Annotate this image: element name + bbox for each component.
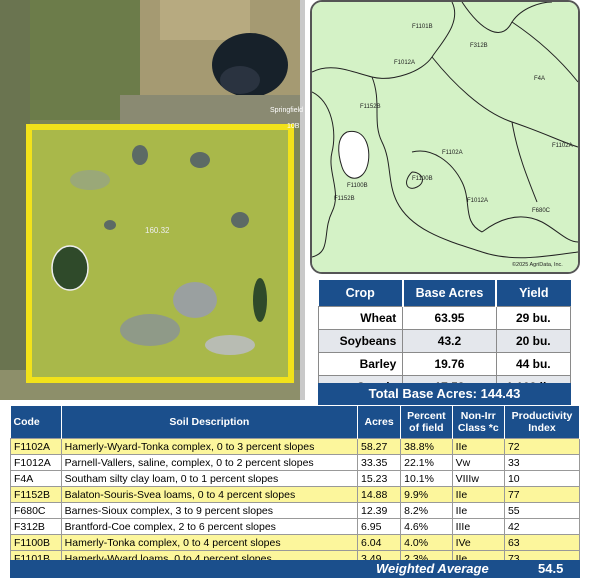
soil-table: Code Soil Description Acres Percent of f… bbox=[10, 406, 581, 567]
soil-pi: 63 bbox=[503, 534, 581, 551]
crop-acres: 63.95 bbox=[402, 306, 497, 330]
soil-class: IIe bbox=[451, 438, 505, 455]
percent-header: Percent of field bbox=[400, 406, 453, 439]
soil-code: F1152B bbox=[10, 486, 62, 503]
soil-row: F4A Southam silty clay loam, 0 to 1 perc… bbox=[10, 470, 581, 487]
crop-acres: 19.76 bbox=[402, 352, 497, 376]
soil-class: IIIe bbox=[451, 518, 505, 535]
crop-header: Crop bbox=[318, 280, 404, 307]
soil-code: F1012A bbox=[10, 454, 62, 471]
soil-percent: 8.2% bbox=[400, 502, 453, 519]
desc-header: Soil Description bbox=[61, 406, 359, 439]
soil-pi: 10 bbox=[503, 470, 581, 487]
road-label-2: 10B bbox=[287, 123, 300, 130]
soil-class: VIIIw bbox=[451, 470, 505, 487]
road-label: Springfield bbox=[270, 107, 303, 114]
soil-percent: 22.1% bbox=[400, 454, 453, 471]
soil-map-label: F680C bbox=[532, 208, 551, 214]
soil-map-label: F1152B bbox=[334, 196, 355, 202]
soil-pi: 33 bbox=[503, 454, 581, 471]
code-header: Code bbox=[10, 406, 62, 439]
soil-code: F1100B bbox=[10, 534, 62, 551]
soil-percent: 10.1% bbox=[400, 470, 453, 487]
soil-pi: 77 bbox=[503, 486, 581, 503]
crop-row: Barley 19.76 44 bu. bbox=[317, 352, 572, 376]
soil-map-label: F1152B bbox=[360, 104, 381, 110]
crop-table: Crop Base Acres Yield Wheat 63.95 29 bu.… bbox=[317, 280, 572, 399]
soil-class: IVe bbox=[451, 534, 505, 551]
soil-percent: 38.8% bbox=[400, 438, 453, 455]
soil-acres: 58.27 bbox=[357, 438, 402, 455]
weighted-average-bar: Weighted Average 54.5 bbox=[10, 560, 580, 578]
soil-pi: 55 bbox=[503, 502, 581, 519]
soil-desc: Hamerly-Tonka complex, 0 to 4 percent sl… bbox=[60, 534, 359, 551]
soil-percent: 9.9% bbox=[400, 486, 453, 503]
soil-desc: Barnes-Sioux complex, 3 to 9 percent slo… bbox=[60, 502, 359, 519]
soil-map-label: F1100B bbox=[412, 176, 433, 182]
soil-pi: 72 bbox=[503, 438, 581, 455]
soil-code: F680C bbox=[10, 502, 62, 519]
soil-class: IIe bbox=[451, 486, 505, 503]
crop-yield: 29 bu. bbox=[495, 306, 572, 330]
soil-row: F1102A Hamerly-Wyard-Tonka complex, 0 to… bbox=[10, 438, 581, 455]
soil-map-label: F1102A bbox=[442, 150, 463, 156]
weighted-average-value: 54.5 bbox=[538, 561, 564, 576]
soil-map: F1101B F312B F1012A F4A F1152B F1102A F1… bbox=[310, 0, 580, 274]
soil-map-label: F1100B bbox=[347, 183, 368, 189]
acres-header: Acres bbox=[357, 406, 402, 439]
yield-header: Yield bbox=[496, 280, 571, 307]
field-acres-label: 160.32 bbox=[145, 226, 170, 235]
soil-acres: 6.04 bbox=[357, 534, 402, 551]
crop-row: Soybeans 43.2 20 bu. bbox=[317, 329, 572, 353]
total-base-acres: Total Base Acres: 144.43 bbox=[318, 383, 571, 405]
soil-acres: 12.39 bbox=[357, 502, 402, 519]
pi-header: Productivity Index bbox=[504, 406, 581, 439]
soil-map-label: F312B bbox=[470, 43, 488, 49]
soil-class: IIe bbox=[451, 502, 505, 519]
soil-desc: Brantford-Coe complex, 2 to 6 percent sl… bbox=[60, 518, 359, 535]
soil-acres: 14.88 bbox=[357, 486, 402, 503]
soil-row: F1012A Parnell-Vallers, saline, complex,… bbox=[10, 454, 581, 471]
crop-yield: 20 bu. bbox=[495, 329, 572, 353]
soil-code: F4A bbox=[10, 470, 62, 487]
crop-yield: 44 bu. bbox=[495, 352, 572, 376]
soil-pi: 42 bbox=[503, 518, 581, 535]
soil-desc: Hamerly-Wyard-Tonka complex, 0 to 3 perc… bbox=[60, 438, 359, 455]
soil-map-copyright: ©2025 AgriData, Inc. bbox=[512, 261, 563, 268]
soil-desc: Southam silty clay loam, 0 to 1 percent … bbox=[60, 470, 359, 487]
soil-map-label: F1012A bbox=[394, 60, 415, 66]
crop-name: Wheat bbox=[317, 306, 404, 330]
soil-row: F312B Brantford-Coe complex, 2 to 6 perc… bbox=[10, 518, 581, 535]
soil-class: Vw bbox=[451, 454, 505, 471]
soil-desc: Balaton-Souris-Svea loams, 0 to 4 percen… bbox=[60, 486, 359, 503]
soil-desc: Parnell-Vallers, saline, complex, 0 to 2… bbox=[60, 454, 359, 471]
class-header: Non-Irr Class *c bbox=[452, 406, 505, 439]
soil-acres: 15.23 bbox=[357, 470, 402, 487]
soil-code: F312B bbox=[10, 518, 62, 535]
crop-row: Wheat 63.95 29 bu. bbox=[317, 306, 572, 330]
base-acres-header: Base Acres bbox=[402, 280, 498, 307]
soil-row: F680C Barnes-Sioux complex, 3 to 9 perce… bbox=[10, 502, 581, 519]
soil-map-label: F1101B bbox=[412, 24, 433, 30]
soil-code: F1102A bbox=[10, 438, 62, 455]
crop-acres: 43.2 bbox=[402, 329, 497, 353]
crop-name: Barley bbox=[317, 352, 404, 376]
soil-acres: 33.35 bbox=[357, 454, 402, 471]
soil-map-label: F1012A bbox=[467, 198, 488, 204]
weighted-average-label: Weighted Average bbox=[376, 561, 489, 576]
soil-percent: 4.0% bbox=[400, 534, 453, 551]
soil-row: F1100B Hamerly-Tonka complex, 0 to 4 per… bbox=[10, 534, 581, 551]
soil-acres: 6.95 bbox=[357, 518, 402, 535]
crop-name: Soybeans bbox=[317, 329, 404, 353]
soil-map-label: F4A bbox=[534, 76, 545, 82]
soil-percent: 4.6% bbox=[400, 518, 453, 535]
aerial-photo: Springfield 10B 160.32 bbox=[0, 0, 305, 400]
soil-row: F1152B Balaton-Souris-Svea loams, 0 to 4… bbox=[10, 486, 581, 503]
soil-map-label: F1102A bbox=[552, 143, 573, 149]
